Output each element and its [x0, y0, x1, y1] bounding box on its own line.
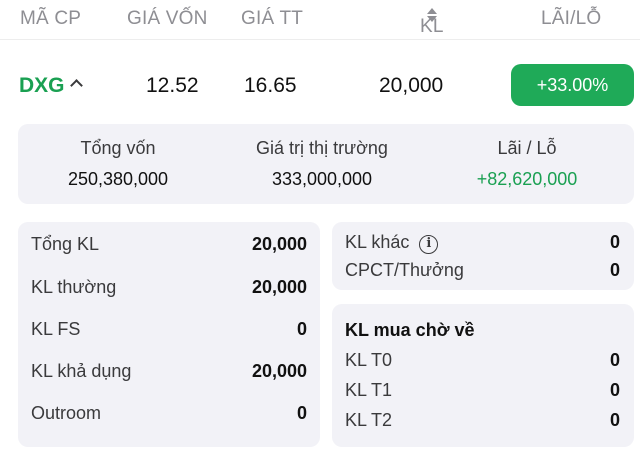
- available-volume-label: KL khả dụng: [31, 361, 132, 381]
- dividend-value: 0: [609, 260, 620, 280]
- profit-loss-value: +82,620,000: [476, 169, 578, 189]
- header-market-price: GIÁ TT: [241, 8, 304, 29]
- other-volume-label: KL khác: [345, 232, 410, 252]
- info-icon[interactable]: i: [419, 235, 439, 254]
- t0-value: 0: [609, 350, 620, 370]
- other-volume-card: KL khác i 0 CPCT/Thưởng 0: [332, 222, 634, 290]
- profit-loss-button[interactable]: +33.00%: [511, 64, 634, 106]
- header-profit-loss: LÃI/LỖ: [541, 8, 602, 29]
- volume: 20,000: [379, 74, 444, 97]
- summary-panel: Tổng vốn 250,380,000 Giá trị thị trường …: [18, 124, 634, 204]
- market-price: 16.65: [244, 74, 297, 97]
- fs-volume-label: KL FS: [31, 319, 81, 339]
- list-item: KL thường 20,000: [18, 277, 320, 301]
- pending-volume-title: KL mua chờ về: [345, 320, 475, 340]
- total-capital-value: 250,380,000: [67, 169, 169, 189]
- sort-icon[interactable]: [427, 8, 437, 22]
- list-item: KL khác i 0: [332, 232, 634, 256]
- header-cost-price: GIÁ VỐN: [127, 8, 208, 29]
- normal-volume-label: KL thường: [31, 277, 117, 297]
- total-volume-value: 20,000: [251, 234, 307, 254]
- cost-price: 12.52: [146, 74, 199, 97]
- profit-loss-summary: Lãi / Lỗ +82,620,000: [427, 138, 627, 190]
- dividend-label: CPCT/Thưởng: [345, 260, 464, 280]
- total-capital-label: Tổng vốn: [80, 138, 156, 158]
- outroom-value: 0: [296, 403, 307, 423]
- list-item: CPCT/Thưởng 0: [332, 260, 634, 284]
- outroom-label: Outroom: [31, 403, 102, 423]
- list-item: KL FS 0: [18, 319, 320, 343]
- market-value: Giá trị thị trường 333,000,000: [222, 138, 422, 190]
- t0-label: KL T0: [345, 350, 393, 370]
- header-volume-sort[interactable]: KL: [420, 8, 443, 37]
- t1-label: KL T1: [345, 380, 393, 400]
- t2-value: 0: [609, 410, 620, 430]
- list-item: Tổng KL 20,000: [18, 234, 320, 258]
- list-item: Outroom 0: [18, 403, 320, 427]
- other-volume-value: 0: [609, 232, 620, 252]
- list-item: KL T1 0: [332, 380, 634, 404]
- chevron-up-icon[interactable]: [70, 79, 83, 92]
- total-capital: Tổng vốn 250,380,000: [18, 138, 218, 190]
- market-value-value: 333,000,000: [271, 169, 373, 189]
- table-header: MÃ CP GIÁ VỐN GIÁ TT KL LÃI/LỖ: [0, 0, 640, 40]
- list-item: KL T0 0: [332, 350, 634, 374]
- profit-loss-label: Lãi / Lỗ: [497, 138, 557, 158]
- normal-volume-value: 20,000: [251, 277, 307, 297]
- holding-row[interactable]: DXG 12.52 16.65 20,000 +33.00%: [0, 62, 640, 108]
- list-item: KL T2 0: [332, 410, 634, 434]
- fs-volume-value: 0: [296, 319, 307, 339]
- list-item: KL khả dụng 20,000: [18, 361, 320, 385]
- stock-code[interactable]: DXG: [19, 74, 65, 98]
- available-volume-value: 20,000: [251, 361, 307, 381]
- total-volume-label: Tổng KL: [31, 234, 100, 254]
- header-code: MÃ CP: [20, 8, 82, 29]
- volume-breakdown-card: Tổng KL 20,000 KL thường 20,000 KL FS 0 …: [18, 222, 320, 447]
- pending-volume-card: KL mua chờ về KL T0 0 KL T1 0 KL T2 0: [332, 304, 634, 447]
- market-value-label: Giá trị thị trường: [256, 138, 388, 158]
- t1-value: 0: [609, 380, 620, 400]
- t2-label: KL T2: [345, 410, 393, 430]
